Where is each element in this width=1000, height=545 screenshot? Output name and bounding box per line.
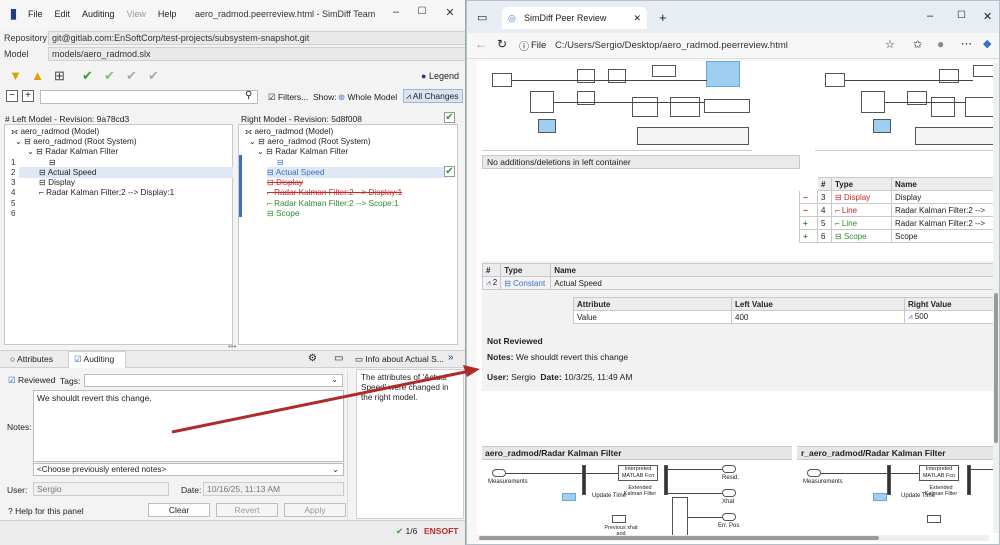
arrow-line	[171, 369, 471, 434]
arrow-head	[463, 365, 480, 377]
callout-arrow	[171, 365, 480, 434]
